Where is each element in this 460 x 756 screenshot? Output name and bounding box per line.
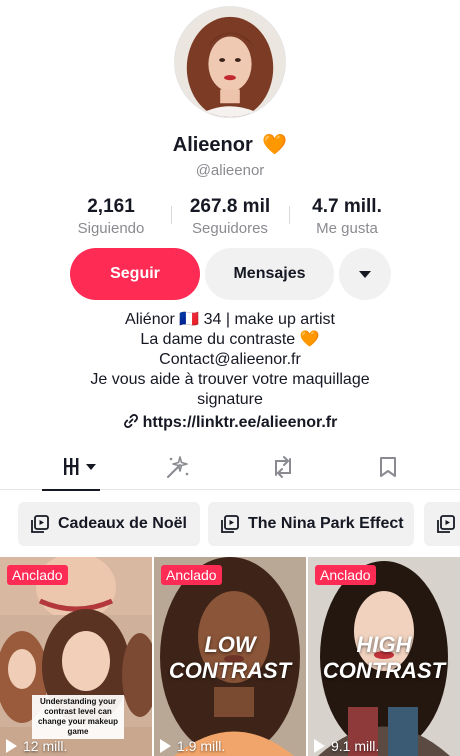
bio: Aliénor 🇫🇷 34 | make up artist La dame d… bbox=[0, 310, 460, 410]
bio-line: signature bbox=[197, 391, 263, 408]
following-count: 2,161 bbox=[87, 196, 135, 217]
view-count-text: 9.1 mill. bbox=[331, 738, 380, 754]
pinned-badge: Anclado bbox=[161, 565, 222, 585]
view-count: 9.1 mill. bbox=[314, 738, 379, 754]
stat-likes[interactable]: 4.7 mill. Me gusta bbox=[292, 196, 402, 237]
content-tabs bbox=[0, 448, 460, 491]
playlist-icon bbox=[437, 515, 455, 533]
username-handle: @alieenor bbox=[195, 162, 265, 179]
bio-line: La dame du contraste 🧡 bbox=[140, 331, 320, 348]
bio-line: Contact@alieenor.fr bbox=[159, 351, 301, 368]
video-overlay-title: LOW CONTRAST bbox=[168, 632, 292, 683]
video-overlay-title: HIGH CONTRAST bbox=[322, 632, 446, 683]
avatar[interactable] bbox=[174, 6, 286, 118]
display-name: Alieenor bbox=[172, 134, 253, 156]
playlist-chip[interactable] bbox=[424, 502, 460, 546]
playlist-chips: Cadeaux de Noël The Nina Park Effect bbox=[0, 502, 460, 548]
bio-link-text: https://linktr.ee/alieenor.fr bbox=[142, 414, 338, 431]
bio-line: Aliénor 🇫🇷 34 | make up artist bbox=[125, 311, 335, 328]
followers-label: Seguidores bbox=[192, 220, 268, 237]
bio-link[interactable]: https://linktr.ee/alieenor.fr bbox=[0, 413, 460, 434]
follow-button[interactable]: Seguir bbox=[70, 248, 200, 300]
play-icon bbox=[314, 739, 325, 753]
followers-count: 267.8 mil bbox=[189, 196, 271, 217]
view-count: 1.9 mill. bbox=[160, 738, 225, 754]
view-count: 12 mill. bbox=[6, 738, 67, 754]
likes-label: Me gusta bbox=[316, 220, 378, 237]
playlist-icon bbox=[221, 515, 239, 533]
playlist-icon bbox=[31, 515, 49, 533]
grid-icon bbox=[60, 456, 100, 483]
stat-followers[interactable]: 267.8 mil Seguidores bbox=[175, 196, 285, 237]
stat-divider bbox=[171, 206, 172, 224]
sparkle-icon bbox=[165, 454, 191, 485]
bookmark-icon bbox=[377, 455, 399, 484]
playlist-chip[interactable]: The Nina Park Effect bbox=[208, 502, 414, 546]
tab-reposts-sparkle[interactable] bbox=[148, 448, 208, 490]
triangle-down-icon bbox=[359, 270, 371, 278]
likes-count: 4.7 mill. bbox=[312, 196, 382, 217]
orange-heart-icon: 🧡 bbox=[262, 134, 288, 156]
video-thumbnail[interactable]: Anclado Understanding your contrast leve… bbox=[0, 557, 152, 756]
tab-videos[interactable] bbox=[42, 448, 110, 491]
repost-icon bbox=[270, 454, 296, 485]
view-count-text: 12 mill. bbox=[23, 738, 68, 754]
video-grid: Anclado Understanding your contrast leve… bbox=[0, 557, 460, 756]
stat-divider bbox=[289, 206, 290, 224]
playlist-chip-label: The Nina Park Effect bbox=[248, 515, 404, 532]
more-options-button[interactable] bbox=[339, 248, 391, 300]
link-icon bbox=[123, 413, 139, 434]
pinned-badge: Anclado bbox=[315, 565, 376, 585]
display-name-row: Alieenor 🧡 bbox=[0, 132, 460, 157]
bio-line: Je vous aide à trouver votre maquillage bbox=[90, 371, 370, 388]
stat-following[interactable]: 2,161 Siguiendo bbox=[56, 196, 166, 237]
video-thumbnail[interactable]: Anclado HIGH CONTRAST 9.1 mill. bbox=[308, 557, 460, 756]
message-button[interactable]: Mensajes bbox=[205, 248, 334, 300]
profile-stats: 2,161 Siguiendo 267.8 mil Seguidores 4.7… bbox=[0, 196, 460, 238]
view-count-text: 1.9 mill. bbox=[177, 738, 226, 754]
following-label: Siguiendo bbox=[77, 220, 145, 237]
play-icon bbox=[160, 739, 171, 753]
video-thumbnail[interactable]: Anclado LOW CONTRAST 1.9 mill. bbox=[154, 557, 306, 756]
tab-saved[interactable] bbox=[358, 448, 418, 490]
avatar-image bbox=[175, 7, 285, 117]
playlist-chip-label: Cadeaux de Noël bbox=[58, 515, 187, 532]
pinned-badge: Anclado bbox=[7, 565, 68, 585]
playlist-chip[interactable]: Cadeaux de Noël bbox=[18, 502, 200, 546]
play-icon bbox=[6, 739, 17, 753]
tab-reposts[interactable] bbox=[253, 448, 313, 490]
video-caption: Understanding your contrast level can ch… bbox=[32, 695, 124, 739]
